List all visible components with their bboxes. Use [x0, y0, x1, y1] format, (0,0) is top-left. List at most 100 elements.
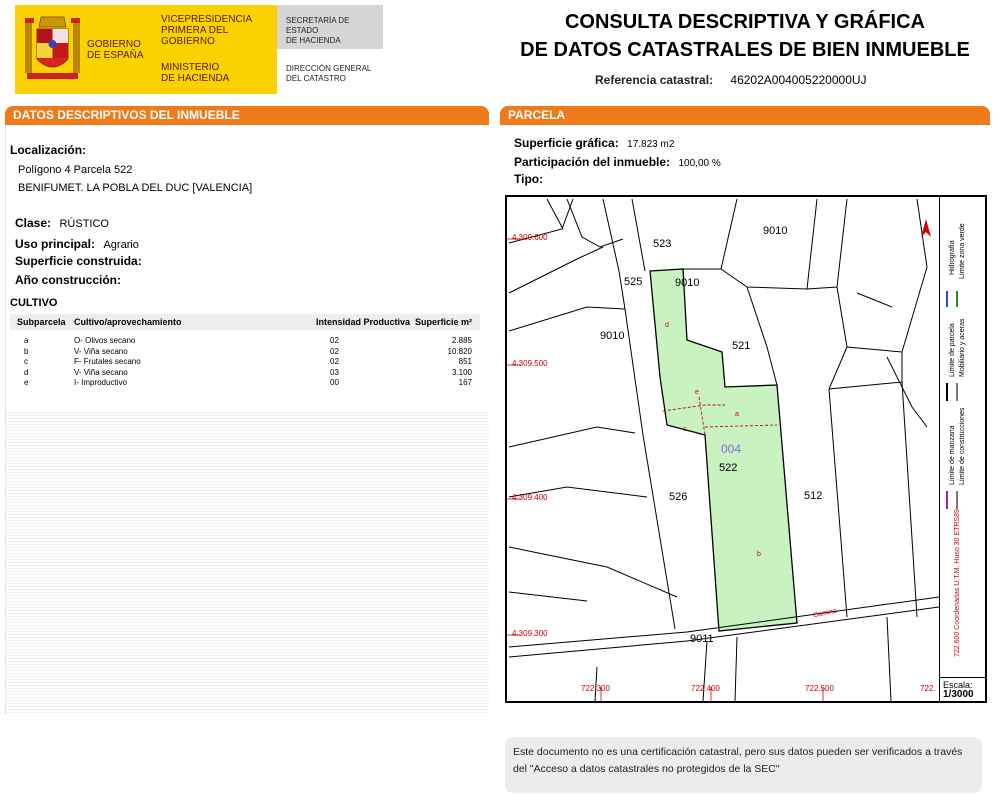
- left-panel-heading: DATOS DESCRIPTIVOS DEL INMUEBLE: [5, 106, 489, 125]
- cell-sub: e: [24, 378, 29, 387]
- subparcel-label: c: [683, 426, 687, 433]
- parcel-label: 526: [669, 491, 688, 503]
- ministerio-label: MINISTERIO DE HACIENDA: [161, 62, 230, 84]
- uso-label: Uso principal:: [15, 237, 96, 251]
- title-line-1: CONSULTA DESCRIPTIVA Y GRÁFICA: [564, 11, 926, 33]
- uso-row: Uso principal: Agrario: [15, 235, 139, 253]
- subparcel-label: e: [695, 389, 699, 396]
- government-logo-block: GOBIERNO DE ESPAÑA VICEPRESIDENCIA PRIME…: [15, 5, 277, 94]
- ref-value: 46202A004005220000UJ: [730, 73, 867, 87]
- parcel-label: 525: [624, 276, 643, 288]
- cell-cultivo: F- Frutales secano: [74, 357, 141, 366]
- title-line-2: DE DATOS CATASTRALES DE BIEN INMUEBLE: [520, 39, 970, 61]
- cell-sub: c: [24, 357, 28, 366]
- legend-parcela-swatch: [946, 383, 948, 401]
- cell-int: 00: [330, 378, 339, 387]
- cultivo-heading: CULTIVO: [10, 297, 58, 309]
- participacion-label: Participación del inmueble:: [514, 155, 671, 169]
- sup-grafica-label: Superficie gráfica:: [514, 136, 619, 150]
- localizacion-line-1: Polígono 4 Parcela 522: [18, 164, 133, 176]
- right-panel-heading: PARCELA: [500, 106, 990, 125]
- vicepresidencia-label: VICEPRESIDENCIA PRIMERA DEL GOBIERNO: [161, 14, 253, 47]
- col-cultivo: Cultivo/aprovechamiento: [74, 317, 182, 327]
- parcel-label: 523: [653, 238, 672, 250]
- subparcel-label: a: [735, 411, 739, 418]
- cell-int: 02: [330, 357, 339, 366]
- legend-coordinates-note: 722.600 Coordenadas U.T.M. Huso 30 ETRS8…: [954, 509, 961, 657]
- y-coordinate-label: 4.309.600: [512, 233, 548, 242]
- cell-sup: 2.885: [451, 336, 472, 345]
- cell-sup: 3.100: [451, 367, 472, 377]
- participacion-row: Participación del inmueble: 100,00 %: [514, 153, 721, 171]
- coat-of-arms-icon: [25, 16, 80, 79]
- page-title: CONSULTA DESCRIPTIVA Y GRÁFICA DE DATOS …: [510, 8, 980, 64]
- cell-sup: 10.820: [447, 346, 472, 356]
- clase-label: Clase:: [15, 216, 52, 230]
- parcel-label: 9010: [675, 277, 700, 289]
- subparcel-label: d: [665, 322, 669, 329]
- parcel-label: 9010: [600, 330, 625, 342]
- col-subparcela: Subparcela: [17, 317, 66, 327]
- cadastral-map: 523 9010 525 9010 9010 521 522 526 512 9…: [505, 195, 987, 703]
- localizacion-label: Localización:: [10, 143, 87, 157]
- map-legend: Hidrografía Límite zona verde Límite de …: [939, 197, 987, 684]
- cell-int: 03: [330, 367, 339, 377]
- legend-hidrografia-swatch: [946, 291, 948, 307]
- tipo-label: Tipo:: [514, 172, 544, 186]
- table-row: a O- Olivos secano 02 2.885: [10, 336, 480, 347]
- superficie-construida-label: Superficie construida:: [15, 254, 142, 268]
- legend-construcciones-swatch: [956, 491, 958, 509]
- legend-zona-verde-swatch: [956, 291, 958, 307]
- direccion-label: DIRECCIÓN GENERAL DEL CATASTRO: [286, 64, 372, 83]
- y-coordinate-label: 4.309.300: [512, 629, 548, 638]
- x-coordinate-label: 722.500: [805, 684, 834, 693]
- uso-value: Agrario: [103, 239, 139, 251]
- participacion-value: 100,00 %: [678, 158, 721, 169]
- north-arrow-icon: [921, 219, 931, 237]
- escala-value: 1/3000: [943, 689, 974, 700]
- col-superficie: Superficie m²: [414, 317, 472, 327]
- subparcel-label: b: [757, 551, 761, 558]
- parcel-label: 9010: [763, 225, 788, 237]
- parcel-label: 9011: [690, 633, 714, 645]
- cultivo-table: Subparcela Cultivo/aprovechamiento Inten…: [10, 314, 480, 389]
- cell-sup: 167: [458, 378, 472, 387]
- legend-limite-construcciones: Límite de construcciones: [959, 407, 966, 485]
- polygon-number: 004: [721, 442, 742, 456]
- legend-manzana-swatch: [946, 491, 948, 509]
- table-row: c F- Frutales secano 02 851: [10, 357, 480, 368]
- cell-int: 02: [330, 346, 339, 356]
- cell-cultivo: V- Viña secano: [74, 346, 128, 356]
- x-coordinate-label: 722.: [920, 684, 936, 693]
- cadastral-reference: Referencia catastral: 46202A004005220000…: [595, 73, 867, 87]
- x-coordinate-label: 722.300: [581, 684, 610, 693]
- parcel-label: 512: [804, 490, 823, 502]
- gobierno-label: GOBIERNO DE ESPAÑA: [87, 39, 144, 61]
- cell-sup: 851: [458, 357, 472, 366]
- cell-int: 02: [330, 336, 339, 345]
- secretaria-block: SECRETARÍA DE ESTADO DE HACIENDA: [277, 5, 383, 49]
- table-row: d V- Viña secano 03 3.100: [10, 368, 480, 379]
- parcel-label: 522: [719, 462, 738, 474]
- localizacion-line-2: BENIFUMET. LA POBLA DEL DUC [VALENCIA]: [18, 182, 253, 194]
- legend-mobiliario: Mobiliario y aceras: [959, 318, 966, 377]
- anio-construccion-label: Año construcción:: [15, 273, 122, 287]
- secretaria-label: SECRETARÍA DE ESTADO DE HACIENDA: [286, 16, 350, 45]
- parcel-label: 521: [732, 340, 751, 352]
- cell-sub: b: [24, 346, 29, 356]
- cell-cultivo: I- Improductivo: [74, 378, 127, 387]
- table-row: e I- Improductivo 00 167: [10, 378, 480, 389]
- superficie-grafica-row: Superficie gráfica: 17.823 m2: [514, 134, 674, 152]
- table-row: b V- Viña secano 02 10.820: [10, 347, 480, 358]
- disclaimer-note: Este documento no es una certificación c…: [505, 737, 982, 793]
- clase-value: RÚSTICO: [59, 218, 109, 230]
- legend-limite-parcela: Límite de parcela: [949, 323, 956, 377]
- y-coordinate-label: 4.309.400: [512, 493, 548, 502]
- legend-mobiliario-swatch: [956, 383, 958, 401]
- legend-limite-manzana: Límite de manzana: [949, 425, 956, 485]
- clase-row: Clase: RÚSTICO: [15, 214, 109, 232]
- legend-limite-zona-verde: Límite zona verde: [959, 223, 966, 279]
- ref-label: Referencia catastral:: [595, 73, 714, 87]
- col-intensidad: Intensidad Productiva: [316, 317, 411, 327]
- cell-cultivo: O- Olivos secano: [74, 336, 136, 345]
